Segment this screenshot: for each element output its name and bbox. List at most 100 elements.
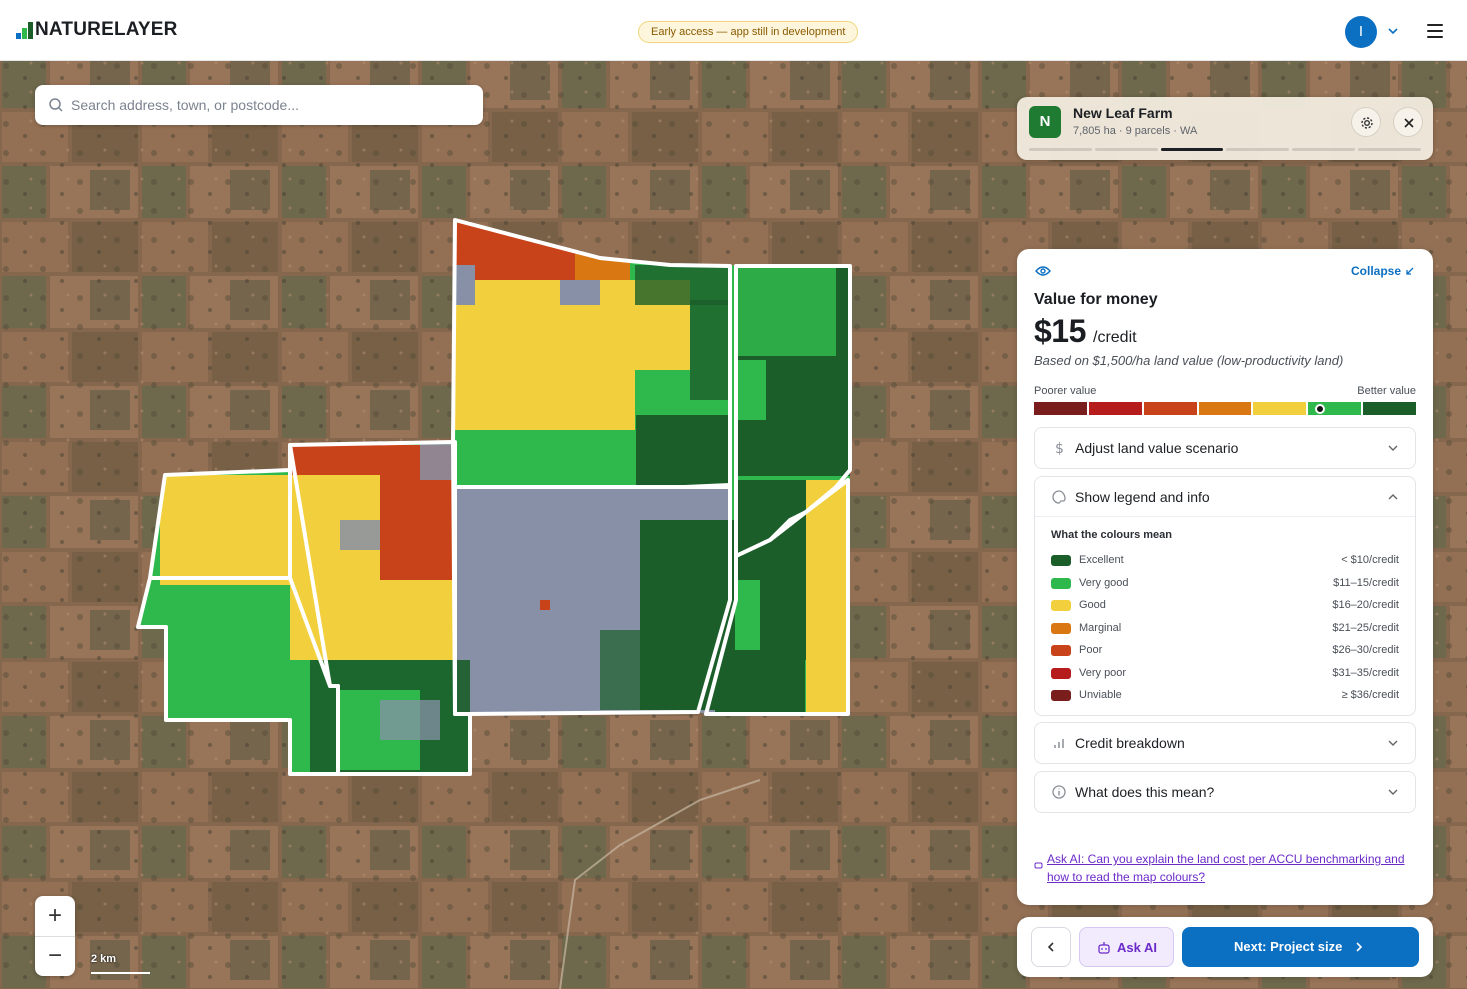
legend-title: What the colours mean	[1051, 529, 1173, 541]
collapse-button[interactable]: Collapse	[1351, 264, 1415, 278]
legend-swatch	[1051, 690, 1071, 701]
early-access-badge: Early access — app still in development	[638, 21, 859, 43]
value-color-scale	[1034, 402, 1417, 415]
logo-mark-icon	[16, 21, 33, 39]
accordion-label: Adjust land value scenario	[1075, 440, 1239, 456]
dollar-icon: $	[1055, 441, 1064, 456]
legend-name: Very good	[1079, 576, 1129, 589]
hamburger-menu-icon[interactable]	[1427, 24, 1443, 38]
legend-range: $16–20/credit	[1332, 599, 1399, 611]
legend-swatch	[1051, 555, 1071, 566]
eye-icon[interactable]	[1035, 265, 1051, 277]
legend-name: Marginal	[1079, 621, 1122, 634]
value-scale-segment	[1143, 402, 1197, 415]
progress-step	[1358, 148, 1421, 151]
scale-left-label: Poorer value	[1034, 385, 1097, 397]
logo[interactable]: NATURELAYER	[16, 19, 178, 41]
farm-meta: 7,805 ha · 9 parcels · WA	[1073, 125, 1198, 137]
robot-icon	[1098, 942, 1110, 954]
accordion-legend[interactable]: Show legend and info What the colours me…	[1034, 476, 1416, 716]
legend-range: $11–15/credit	[1333, 576, 1399, 589]
farm-close-button[interactable]	[1393, 107, 1423, 137]
legend-row: Very poor $31–35/credit	[1051, 666, 1399, 682]
value-scale-segment	[1363, 402, 1417, 415]
legend-range: $31–35/credit	[1332, 666, 1399, 679]
info-icon	[1052, 785, 1066, 799]
legend-row: Good $16–20/credit	[1051, 598, 1399, 614]
chevron-down-icon[interactable]	[1386, 24, 1400, 38]
zoom-out-button[interactable]: −	[35, 936, 75, 976]
scale-right-label: Better value	[1357, 385, 1416, 397]
legend-range: $26–30/credit	[1332, 644, 1399, 656]
value-panel: Collapse Value for money $15 /credit Bas…	[1017, 249, 1433, 905]
legend-name: Very poor	[1079, 666, 1127, 679]
legend-swatch	[1051, 577, 1071, 589]
ask-ai-suggestion-link[interactable]: Ask AI: Can you explain the land cost pe…	[1047, 850, 1419, 886]
legend-row: Marginal $21–25/credit	[1051, 621, 1399, 637]
progress-step	[1160, 148, 1224, 151]
back-button[interactable]	[1031, 927, 1071, 967]
legend-range: $21–25/credit	[1332, 621, 1399, 634]
close-icon	[1404, 118, 1414, 128]
legend-name: Unviable	[1079, 689, 1122, 701]
value-scale-segment	[1034, 402, 1087, 415]
top-header: NATURELAYER Early access — app still in …	[0, 0, 1467, 61]
panel-title: Value for money	[1034, 291, 1158, 308]
price-unit: /credit	[1093, 329, 1137, 346]
gear-icon	[1361, 117, 1373, 129]
value-scale-segment	[1088, 402, 1142, 415]
next-project-size-button[interactable]: Next: Project size	[1182, 927, 1419, 967]
legend-row: Unviable ≥ $36/credit	[1051, 688, 1399, 704]
farm-card[interactable]: N New Leaf Farm 7,805 ha · 9 parcels · W…	[1017, 97, 1433, 160]
chevron-down-icon	[1388, 789, 1398, 795]
zoom-in-button[interactable]: +	[35, 896, 75, 936]
accordion-what-does-this-mean[interactable]: What does this mean?	[1034, 771, 1416, 813]
accordion-credit-breakdown[interactable]: Credit breakdown	[1034, 722, 1416, 764]
accordion-label: Show legend and info	[1075, 489, 1210, 505]
legend-row: Poor $26–30/credit	[1051, 643, 1399, 659]
value-scale-segment	[1253, 402, 1307, 415]
farm-avatar: N	[1029, 106, 1061, 138]
bar-chart-icon	[1054, 739, 1064, 748]
search-icon	[49, 98, 63, 112]
chevron-up-icon	[1388, 494, 1398, 500]
chevron-left-icon	[1047, 942, 1054, 952]
progress-step	[1226, 148, 1290, 151]
accordion-label: Credit breakdown	[1075, 735, 1185, 751]
legend-name: Poor	[1079, 644, 1103, 656]
value-scale-segment	[1198, 402, 1252, 415]
legend-row: Excellent < $10/credit	[1051, 553, 1399, 569]
user-avatar[interactable]: I	[1345, 16, 1377, 48]
bottom-navigation: Ask AI Next: Project size	[1017, 917, 1433, 977]
legend-swatch	[1051, 600, 1071, 611]
accordion-label: What does this mean?	[1075, 784, 1215, 800]
logo-text: NATURELAYER	[35, 19, 178, 40]
map-scale-bar: 2 km	[91, 953, 150, 974]
farm-name: New Leaf Farm	[1073, 105, 1173, 121]
legend-range: < $10/credit	[1341, 554, 1399, 566]
farm-settings-button[interactable]	[1351, 107, 1381, 137]
chevron-right-icon	[1356, 942, 1363, 952]
price-note: Based on $1,500/ha land value (low-produ…	[1034, 353, 1344, 368]
ask-ai-button[interactable]: Ask AI	[1079, 927, 1174, 967]
collapse-label: Collapse	[1350, 264, 1401, 278]
chevron-down-icon	[1388, 445, 1398, 451]
search-input[interactable]	[71, 85, 471, 125]
legend-row: Very good $11–15/credit	[1051, 576, 1399, 592]
palette-icon	[1052, 490, 1066, 504]
legend-swatch	[1051, 667, 1071, 679]
collapse-arrow-icon	[1406, 267, 1414, 275]
legend-swatch	[1051, 645, 1071, 656]
progress-step	[1292, 148, 1356, 151]
chevron-down-icon	[1388, 740, 1398, 746]
ask-ai-label: Ask AI	[1117, 940, 1157, 955]
price-value: $15	[1034, 313, 1086, 349]
workflow-progress	[1029, 148, 1421, 151]
legend-range: ≥ $36/credit	[1341, 689, 1399, 701]
legend-name: Good	[1079, 599, 1106, 611]
progress-step	[1094, 148, 1158, 151]
legend-name: Excellent	[1079, 554, 1124, 566]
accordion-adjust-scenario[interactable]: $ Adjust land value scenario	[1034, 427, 1416, 469]
next-label: Next: Project size	[1234, 939, 1343, 954]
address-search[interactable]	[35, 85, 483, 125]
